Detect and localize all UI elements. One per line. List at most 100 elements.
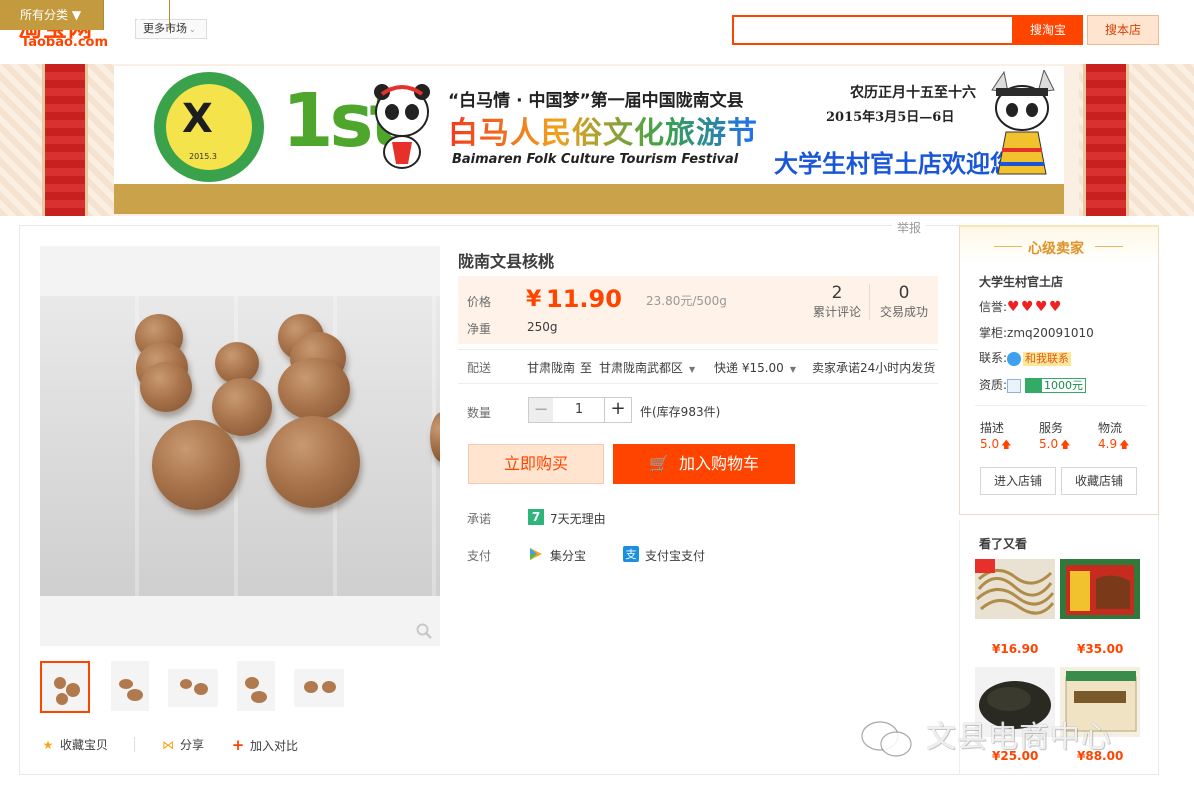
heart-icon: ♥	[1035, 299, 1048, 315]
enter-shop-button[interactable]: 进入店铺	[980, 467, 1056, 495]
panda-girl-mascot-icon	[991, 70, 1055, 175]
score-description[interactable]: 5.0 🡅	[980, 437, 1011, 455]
caret-down-icon: ▼	[689, 365, 696, 374]
score-service[interactable]: 5.0 🡅	[1039, 437, 1070, 455]
owner-row: 掌柜:zmq20091010	[979, 326, 1094, 340]
banner-lunar-date: 农历正月十五至十六	[850, 85, 976, 101]
ship-from: 甘肃陇南	[527, 361, 576, 375]
arrow-up-icon: 🡅	[1060, 440, 1071, 451]
arrow-up-icon: 🡅	[1001, 440, 1012, 451]
score-logistics[interactable]: 4.9 🡅	[1098, 437, 1129, 455]
stock-info: 件(库存983件)	[640, 405, 721, 419]
shipping-promise: 卖家承诺24小时内发货	[812, 361, 936, 375]
weight-label: 净重	[467, 322, 492, 336]
recommendation-price: ¥35.00	[1077, 642, 1124, 656]
heart-icon: ♥	[1007, 299, 1020, 315]
heart-icon: ♥	[1021, 299, 1034, 315]
caret-down-icon: ▼	[789, 365, 796, 374]
jifenbao-icon	[530, 548, 542, 560]
id-card-icon[interactable]	[1007, 378, 1022, 393]
score-label-description: 描述	[980, 421, 1005, 435]
seven-day-return-link[interactable]: 7天无理由	[550, 510, 606, 527]
shop-home-link[interactable]: 首页	[104, 0, 170, 30]
product-title: 陇南文县核桃	[458, 252, 555, 271]
wechat-watermark-icon	[861, 721, 912, 757]
star-icon: ★	[42, 738, 54, 752]
search-shop-button[interactable]: 搜本店	[1087, 15, 1159, 45]
review-count-stat[interactable]: 2 累计评论	[808, 283, 866, 320]
add-compare-button[interactable]: + 加入对比	[230, 737, 298, 753]
search-taobao-button[interactable]: 搜淘宝	[1013, 15, 1083, 45]
thumbnail-1[interactable]	[40, 661, 90, 713]
cart-icon: 🛒	[649, 454, 669, 473]
divider	[458, 383, 938, 384]
divider	[869, 284, 870, 320]
review-count-label: 累计评论	[812, 305, 861, 319]
seller-level-title: 心级卖家	[1028, 241, 1084, 257]
seven-day-return-icon: 7	[528, 509, 544, 525]
panda-mascot-icon	[374, 84, 430, 169]
quantity-label: 数量	[467, 406, 492, 420]
thumbnail-2[interactable]	[111, 661, 149, 711]
buy-now-button[interactable]: 立即购买	[468, 444, 604, 484]
credit-row: 信誉:♥♥♥♥	[979, 299, 1062, 315]
heart-icon: ♥	[1049, 299, 1062, 315]
divider	[458, 349, 938, 350]
thumbnail-4[interactable]	[237, 661, 275, 711]
shop-name-link[interactable]: 大学生村官土店	[979, 273, 1063, 290]
search-input[interactable]	[732, 15, 1014, 45]
add-to-cart-button[interactable]: 🛒 加入购物车	[613, 444, 795, 484]
banner-english-name: Baimaren Folk Culture Tourism Festival	[452, 152, 739, 167]
jifenbao-payment[interactable]: 集分宝	[550, 547, 586, 564]
quantity-decrease-button[interactable]: −	[528, 397, 554, 423]
caret-down-icon: ▼	[71, 8, 82, 22]
festival-banner[interactable]: X 2015.3 1st “白马情 · 中国梦”第一届中国陇南文县 白马人民俗文…	[114, 66, 1064, 184]
watermark-text: 文县电商中心	[926, 720, 1112, 755]
ship-to-selector[interactable]: 甘肃陇南武都区 ▼	[599, 359, 695, 376]
recommendations-title: 看了又看	[979, 537, 1028, 551]
favorite-shop-button[interactable]: 收藏店铺	[1061, 467, 1137, 495]
contact-seller-button[interactable]: 和我联系	[1023, 351, 1072, 366]
express-selector[interactable]: 快递 ¥15.00 ▼	[714, 359, 796, 376]
logo-english: Taobao.com	[21, 35, 109, 50]
price-label: 价格	[467, 295, 492, 309]
divider	[1095, 246, 1123, 247]
price-value: 11.90	[546, 285, 622, 313]
qualification-row: 资质: 1000元	[979, 376, 1087, 393]
divider	[975, 405, 1147, 406]
consumer-bond-badge[interactable]: 1000元	[1025, 378, 1087, 393]
main-product-image[interactable]	[40, 296, 440, 596]
unit-price: 23.80元/500g	[646, 294, 727, 308]
zoom-magnifier-icon[interactable]	[416, 623, 432, 639]
alipay-payment[interactable]: 支付宝支付	[645, 547, 705, 564]
divider	[994, 246, 1022, 247]
review-count: 2	[831, 283, 843, 303]
recommendation-image[interactable]	[975, 559, 1055, 619]
currency-symbol: ¥	[526, 287, 542, 312]
sales-count-label: 交易成功	[879, 305, 928, 319]
alipay-icon: 支	[623, 546, 639, 562]
chevron-down-icon: ⌄	[189, 25, 196, 34]
report-link[interactable]: 举报	[892, 219, 927, 236]
recommendation-price: ¥16.90	[992, 642, 1039, 656]
banner-date: 2015年3月5日—6日	[826, 110, 955, 125]
bond-icon	[1026, 379, 1043, 393]
festival-emblem-logo: X 2015.3	[154, 72, 264, 182]
wangwang-icon[interactable]	[1007, 351, 1022, 366]
all-categories-menu[interactable]: 所有分类 ▼	[0, 0, 104, 30]
shipping-label: 配送	[467, 361, 492, 375]
quantity-input[interactable]: 1	[553, 397, 605, 423]
thumbnail-5[interactable]	[294, 669, 344, 707]
recommendation-image[interactable]	[1060, 559, 1140, 619]
favorite-item-button[interactable]: ★ 收藏宝贝	[40, 737, 108, 753]
plus-icon: +	[231, 736, 245, 754]
weight-value: 250g	[527, 320, 558, 334]
share-button[interactable]: ⋈ 分享	[160, 737, 204, 753]
share-icon: ⋈	[162, 738, 174, 752]
quantity-increase-button[interactable]: +	[604, 397, 632, 423]
divider	[134, 737, 135, 752]
svg-text:支: 支	[626, 548, 637, 561]
thumbnail-3[interactable]	[168, 669, 218, 707]
shop-nav-bar	[114, 184, 1064, 214]
banner-pillar-right	[1083, 64, 1129, 216]
